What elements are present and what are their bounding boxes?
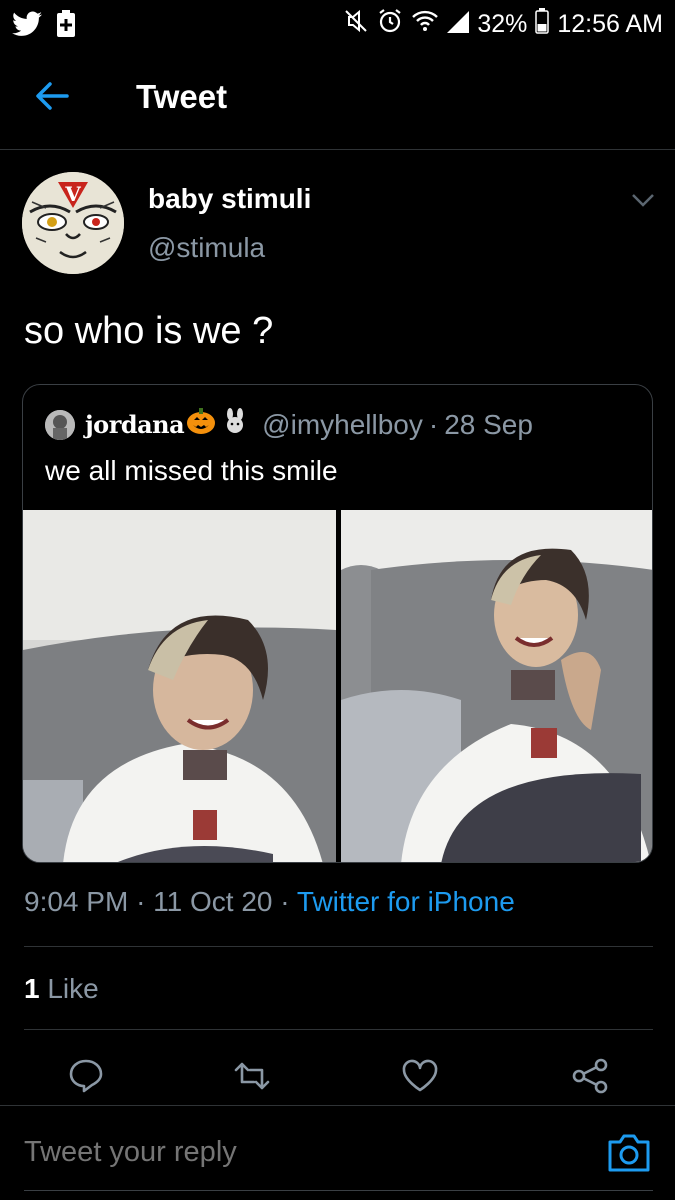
- reply-composer: [0, 1105, 675, 1200]
- likes-stat[interactable]: 1 Like: [24, 973, 99, 1005]
- battery-percent: 32%: [477, 10, 528, 38]
- author-avatar[interactable]: V: [22, 172, 124, 274]
- signal-icon: [447, 9, 470, 40]
- author-name[interactable]: baby stimuli: [148, 183, 311, 215]
- author-handle[interactable]: @stimula: [148, 232, 265, 264]
- quoted-author-name: jordana: [85, 410, 185, 439]
- pumpkin-emoji-icon: [186, 407, 216, 442]
- likes-count: 1: [24, 973, 40, 1004]
- retweet-icon: [232, 1060, 272, 1097]
- alarm-icon: [377, 8, 403, 41]
- media-image-1[interactable]: [23, 510, 336, 862]
- top-app-bar: Tweet: [0, 48, 675, 150]
- bunny-emoji-icon: [224, 408, 246, 441]
- share-button[interactable]: [568, 1056, 612, 1100]
- retweet-button[interactable]: [230, 1056, 274, 1100]
- quoted-tweet[interactable]: jordana @imyhellboy · 28 Sep we all miss…: [22, 384, 653, 863]
- reply-icon: [67, 1058, 105, 1099]
- tweet-date: 11 Oct 20: [153, 886, 273, 917]
- back-arrow-icon: [35, 81, 69, 115]
- quoted-author-avatar: [45, 409, 75, 440]
- back-button[interactable]: [28, 76, 76, 120]
- camera-button[interactable]: [606, 1132, 652, 1174]
- divider: [24, 946, 653, 947]
- meta-separator: ·: [280, 886, 297, 917]
- tweet-meta: 9:04 PM · 11 Oct 20 · Twitter for iPhone: [24, 886, 515, 918]
- meta-separator: ·: [136, 886, 154, 917]
- quoted-author-handle: @imyhellboy: [262, 408, 423, 440]
- plus-icon: [56, 10, 76, 43]
- tweet-time: 9:04 PM: [24, 886, 129, 917]
- media-image-2[interactable]: [341, 510, 652, 862]
- share-icon: [571, 1058, 609, 1099]
- reply-input[interactable]: [24, 1136, 584, 1169]
- status-bar: 32% 12:56 AM: [0, 0, 675, 48]
- camera-icon: [606, 1134, 652, 1178]
- tweet-actions: [0, 1050, 675, 1104]
- tweet-source-link[interactable]: Twitter for iPhone: [297, 886, 515, 917]
- status-time: 12:56 AM: [557, 10, 663, 38]
- twitter-bird-icon: [12, 11, 42, 42]
- divider: [24, 1029, 653, 1030]
- likes-label: Like: [47, 973, 99, 1004]
- mute-icon: [343, 8, 369, 41]
- page-title: Tweet: [136, 78, 228, 115]
- chevron-down-icon: [628, 194, 658, 214]
- reply-button[interactable]: [64, 1056, 108, 1100]
- quoted-tweet-header: jordana @imyhellboy · 28 Sep: [45, 407, 533, 442]
- tweet-options-button[interactable]: [628, 190, 658, 214]
- like-icon: [401, 1059, 439, 1098]
- quoted-separator: ·: [428, 408, 439, 440]
- quoted-media: [23, 510, 652, 862]
- quoted-date: 28 Sep: [444, 408, 533, 440]
- wifi-icon: [411, 9, 439, 40]
- tweet-text: so who is we ?: [24, 310, 274, 352]
- like-button[interactable]: [398, 1056, 442, 1100]
- reply-underline: [24, 1190, 653, 1191]
- svg-text:V: V: [64, 182, 81, 206]
- battery-icon: [535, 8, 550, 41]
- quoted-text: we all missed this smile: [45, 455, 338, 486]
